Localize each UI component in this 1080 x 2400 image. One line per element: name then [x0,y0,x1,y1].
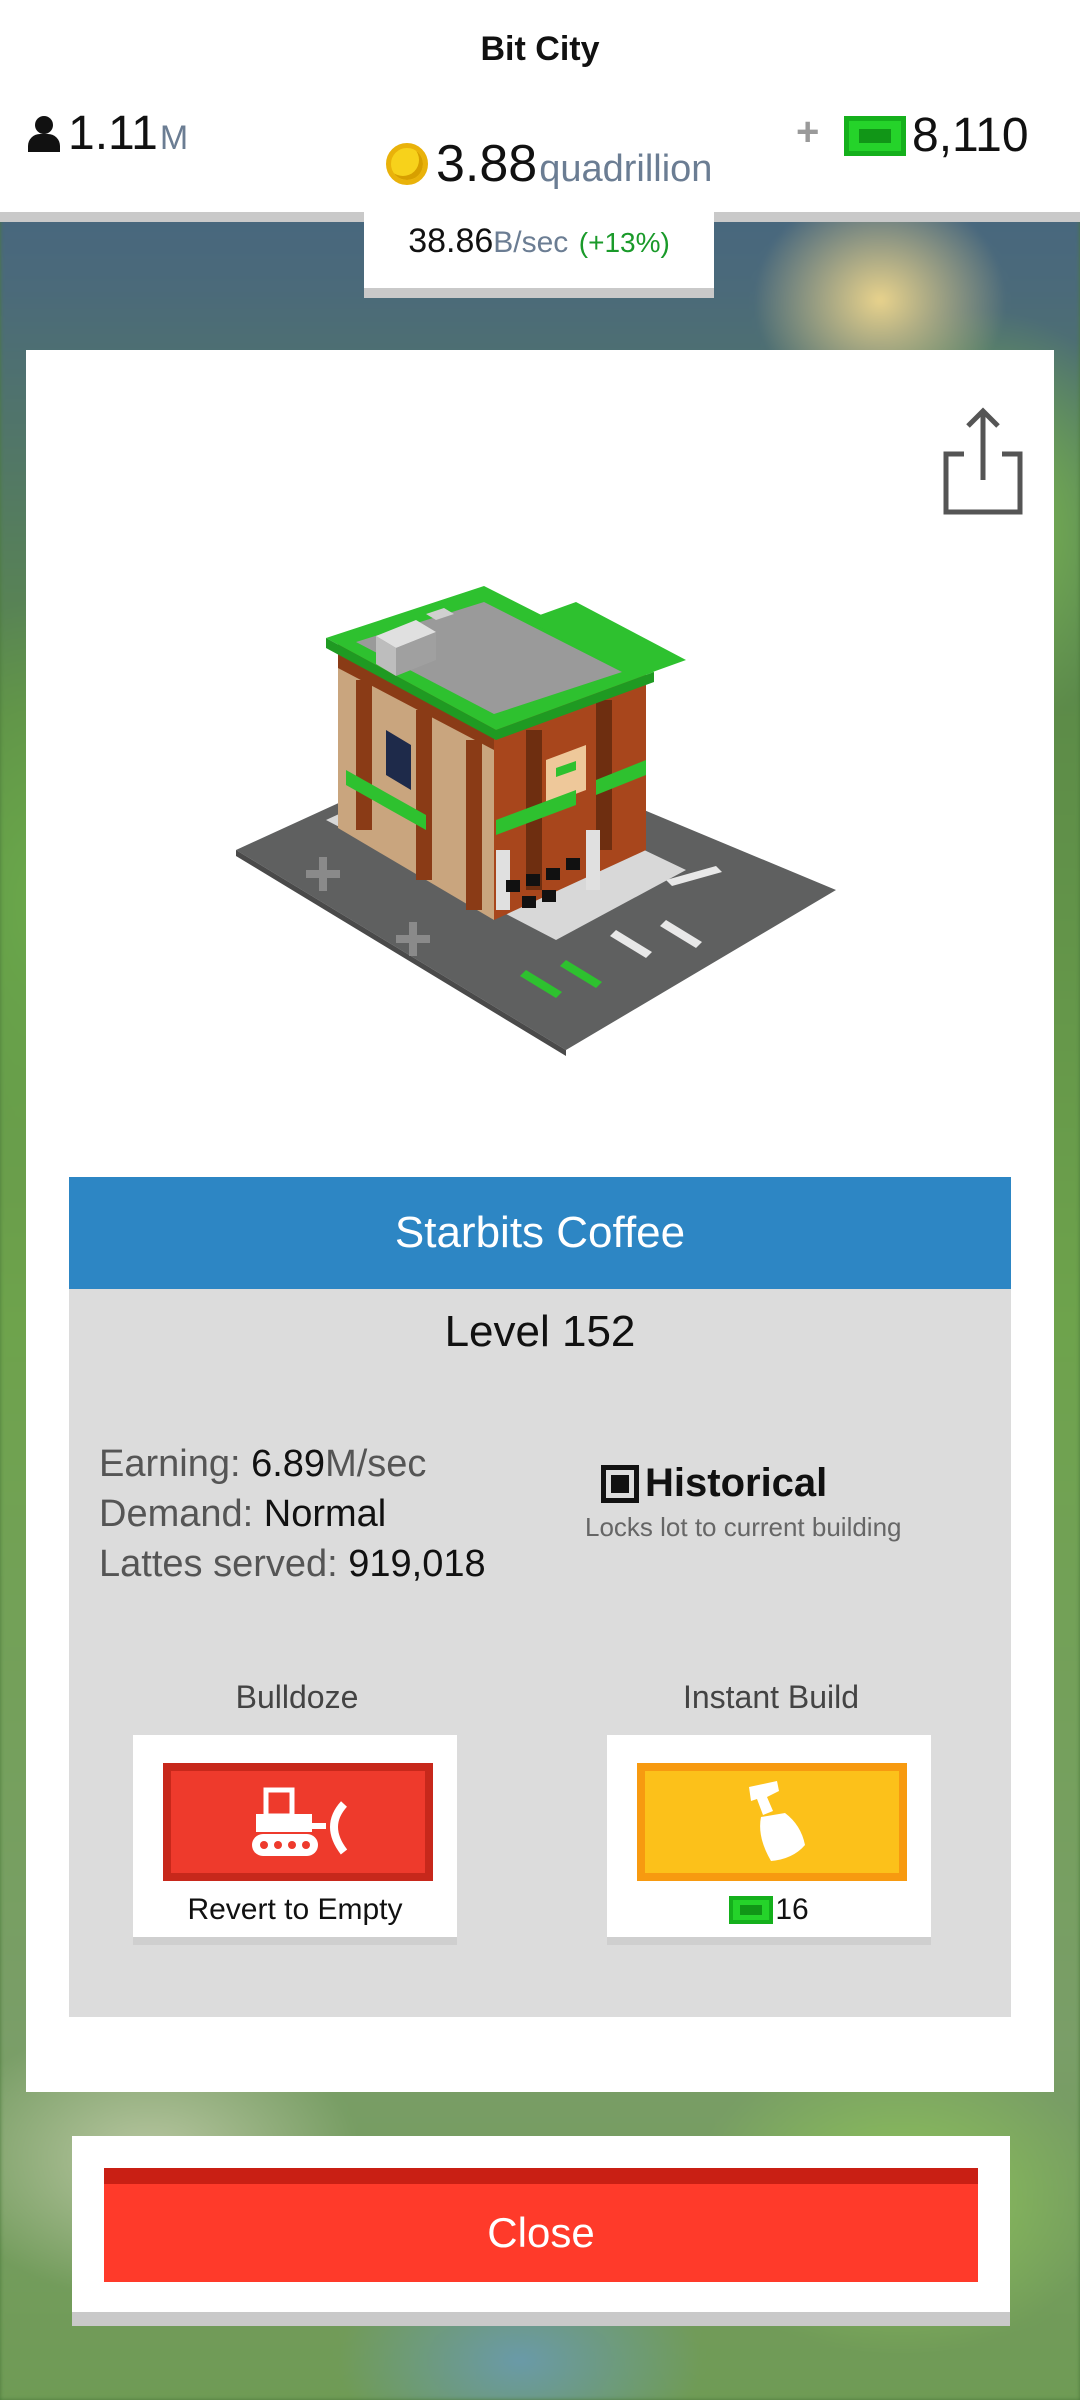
historical-toggle[interactable]: Historical Locks lot to current building [585,1461,902,1543]
bux-icon [729,1896,774,1924]
bulldoze-label: Bulldoze [235,1679,359,1715]
stat-key: Lattes served: [99,1543,349,1585]
stat-key: Earning: [99,1443,252,1485]
bux-balance[interactable]: 8,110 [844,108,1029,163]
instant-build-card: 16 [607,1735,931,1945]
hammer-icon [749,1781,805,1861]
building-stats: Earning: 6.89M/sec Demand: Normal Lattes… [99,1439,486,1589]
building-preview-image [226,580,866,1060]
coin-balance: 3.88 quadrillion [386,134,712,194]
building-name: Starbits Coffee [69,1177,1011,1289]
stat-row-earning: Earning: 6.89M/sec [99,1439,486,1489]
stat-value: 6.89 [251,1443,326,1485]
bulldoze-button[interactable] [163,1763,433,1881]
bux-icon [844,115,906,156]
rate-value: 38.86 [408,222,494,260]
population-unit: M [159,119,189,157]
stat-row-demand: Demand: Normal [99,1489,486,1539]
buy-bux-plus-button[interactable]: + [796,110,819,155]
instant-build-cost: 16 [607,1893,931,1927]
stat-unit: M/sec [325,1443,427,1485]
coin-icon [386,143,428,185]
bulldoze-caption: Revert to Empty [187,1893,403,1926]
income-rate-tab: 38.86B/sec (+13%) [364,212,714,298]
close-button-container: Close [72,2136,1010,2326]
top-status-bar: Bit City 1.11 M 3.88 quadrillion + 8,110 [0,0,1080,222]
bulldoze-card: Revert to Empty [133,1735,457,1945]
stat-value: Normal [263,1493,387,1535]
building-info-panel: Starbits Coffee Level 152 Earning: 6.89M… [69,1177,1011,2017]
instant-build-label: Instant Build [682,1679,860,1715]
share-icon[interactable] [934,406,1034,516]
city-title: Bit City [480,30,600,68]
stat-row-lattes: Lattes served: 919,018 [99,1539,486,1589]
historical-checkbox[interactable] [601,1464,639,1503]
coin-unit: quadrillion [539,148,713,190]
building-level: Level 152 [444,1307,636,1356]
historical-title: Historical [645,1461,828,1505]
historical-subtitle: Locks lot to current building [585,1512,902,1542]
stat-key: Demand: [99,1493,264,1535]
close-button[interactable]: Close [104,2168,978,2282]
bulldozer-icon [252,1787,348,1856]
person-icon [26,115,62,152]
rate-unit: B/sec [493,226,569,259]
population-value: 1.11 [68,107,158,160]
building-detail-modal: Starbits Coffee Level 152 Earning: 6.89M… [26,350,1054,2092]
population-counter: 1.11 M [26,106,188,161]
instant-build-button[interactable] [637,1763,907,1881]
coin-value: 3.88 [436,135,538,193]
rate-change: (+13%) [578,227,670,258]
stat-value: 919,018 [348,1543,486,1585]
bux-value: 8,110 [912,109,1029,162]
instant-build-cost-value: 16 [775,1893,809,1926]
